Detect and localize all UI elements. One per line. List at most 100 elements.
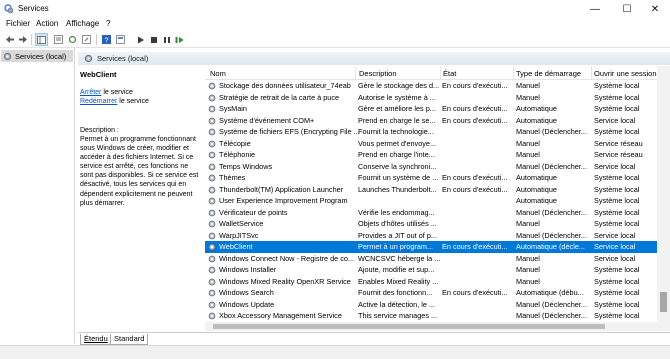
table-row[interactable]: WebClient Permet à un program... En cours …	[205, 241, 661, 253]
forward-icon[interactable]	[16, 33, 29, 46]
table-row[interactable]: Windows Update Active la détection, le ..…	[205, 299, 661, 311]
menu-help[interactable]: ?	[106, 19, 110, 28]
tab-extended[interactable]: Étendu	[80, 334, 112, 345]
cell-startup-type: Manuel (Déclencher...	[516, 207, 587, 217]
cell-startup-type: Manuel (Déclencher...	[516, 311, 587, 320]
list-icon[interactable]	[52, 33, 65, 46]
column-divider[interactable]	[440, 66, 441, 80]
service-gear-icon	[208, 105, 216, 113]
cell-state: En cours d'exécuti...	[442, 288, 508, 297]
cell-startup-type: Automatique	[516, 196, 557, 205]
table-row[interactable]: WarpJITSvc Provides a JIT out of p... Manu…	[205, 230, 661, 242]
cell-description: Provides a JIT out of p...	[358, 230, 437, 240]
table-row[interactable]: Xbox Accessory Management Service This se…	[205, 310, 661, 322]
cell-name: WebClient	[219, 242, 253, 251]
service-gear-icon	[208, 140, 216, 147]
title-bar: Services — ☐ ✕	[0, 0, 670, 18]
cell-logon: Système local	[594, 92, 640, 102]
cell-logon: Service réseau	[594, 138, 643, 148]
start-service-icon[interactable]	[134, 33, 147, 46]
column-header-logon[interactable]: Ouvrir une session e	[594, 69, 663, 78]
table-row[interactable]: User Experience Improvement Program Autom…	[205, 195, 661, 207]
cell-logon: Système local	[594, 219, 640, 228]
table-row[interactable]: SysMain Gère et améliore les p... En cours…	[205, 103, 661, 115]
cell-state: En cours d'exécuti...	[442, 242, 508, 251]
minimize-button[interactable]: —	[580, 0, 610, 18]
back-icon[interactable]	[3, 33, 16, 46]
vertical-scroll-thumb[interactable]	[660, 292, 667, 312]
column-header-state[interactable]: État	[443, 69, 456, 78]
column-header-name[interactable]: Nom	[210, 69, 226, 78]
table-row[interactable]: Système d'événement COM+ Prend en charge …	[205, 115, 661, 127]
refresh-icon[interactable]	[66, 33, 79, 46]
service-gear-icon	[208, 94, 216, 101]
pause-service-icon[interactable]	[160, 33, 173, 46]
column-header-description[interactable]: Description	[359, 69, 397, 78]
table-row[interactable]: Système de fichiers EFS (Encrypting File…	[205, 126, 661, 138]
cell-logon: Système local	[594, 288, 640, 297]
table-row[interactable]: Thunderbolt(TM) Application Launcher Laun…	[205, 184, 661, 196]
help-icon[interactable]: ?	[100, 33, 113, 46]
table-row[interactable]: Thèmes Fournit un système de ... En cours …	[205, 172, 661, 184]
cell-logon: Service réseau	[594, 150, 643, 159]
restart-service-icon[interactable]	[173, 33, 186, 46]
cell-description: Vous permet d'envoye...	[358, 138, 437, 148]
pane-header-background	[78, 52, 670, 65]
cell-state: En cours d'exécuti...	[442, 81, 508, 90]
column-divider[interactable]	[591, 66, 592, 80]
cell-description: Fournit la technologie...	[358, 127, 434, 136]
cell-name: Système de fichiers EFS (Encrypting File…	[219, 127, 359, 136]
cell-logon: Système local	[594, 311, 640, 320]
maximize-button[interactable]: ☐	[612, 0, 642, 18]
show-tree-icon[interactable]	[35, 33, 48, 46]
menu-affichage[interactable]: Affichage	[66, 19, 99, 28]
table-row[interactable]: Windows Connect Now - Registre de co... W…	[205, 253, 661, 265]
table-row[interactable]: Windows Search Fournit des fonctionn... En…	[205, 287, 661, 299]
service-gear-icon	[208, 232, 216, 239]
stop-service-icon[interactable]	[147, 33, 160, 46]
cell-name: Windows Mixed Reality OpenXR Service	[219, 276, 351, 286]
cell-description: Gère le stockage des d...	[358, 81, 440, 90]
service-gear-icon	[208, 197, 216, 205]
cell-logon: Service local	[594, 253, 636, 263]
column-header-startup-type[interactable]: Type de démarrage	[516, 69, 581, 78]
table-row[interactable]: Vérificateur de points Vérifie les endomm…	[205, 207, 661, 219]
menu-action[interactable]: Action	[36, 19, 58, 28]
stop-action: Arrêter le service	[80, 89, 133, 96]
export-icon[interactable]	[80, 33, 93, 46]
tree-item-services-local[interactable]: Services (local)	[1, 50, 73, 62]
cell-name: Windows Installer	[219, 265, 277, 274]
tree-item-label: Services (local)	[15, 51, 67, 61]
cell-name: WarpJITSvc	[219, 230, 259, 240]
table-row[interactable]: Télécopie Vous permet d'envoye... Manuel Se…	[205, 138, 661, 150]
table-row[interactable]: Windows Mixed Reality OpenXR Service Enab…	[205, 276, 661, 288]
table-row[interactable]: Téléphonie Prend en charge l'inte... Manue…	[205, 149, 661, 161]
horizontal-scroll-thumb[interactable]	[213, 324, 605, 329]
cell-startup-type: Manuel	[516, 92, 540, 102]
cell-name: Windows Connect Now - Registre de co...	[219, 253, 355, 263]
column-divider[interactable]	[513, 66, 514, 80]
service-description-pane: WebClient Arrêter le service Redémarrer …	[78, 66, 205, 332]
cell-description: Gère et améliore les p...	[358, 104, 436, 113]
properties-icon[interactable]	[114, 33, 127, 46]
cell-startup-type: Manuel (Déclencher...	[516, 230, 587, 240]
table-row[interactable]: Temps Windows Conserve la synchroni... Man…	[205, 161, 661, 173]
cell-logon: Système local	[594, 104, 640, 113]
table-row[interactable]: Stratégie de retrait de la carte à puce A…	[205, 92, 661, 104]
menu-fichier[interactable]: Fichier	[6, 19, 30, 28]
restart-action-suffix: le service	[117, 98, 149, 105]
close-button[interactable]: ✕	[640, 0, 670, 18]
service-gear-icon	[208, 289, 216, 297]
table-row[interactable]: Windows Installer Ajoute, modifie et sup.…	[205, 264, 661, 276]
column-divider[interactable]	[355, 66, 356, 80]
stop-action-suffix: le service	[101, 89, 133, 96]
table-row[interactable]: Stockage des données utilisateur_74eab Gè…	[205, 80, 661, 92]
service-gear-icon	[208, 82, 216, 90]
table-row[interactable]: WalletService Objets d'hôtes utilisés ...…	[205, 218, 661, 230]
stop-service-link[interactable]: Arrêter	[80, 89, 101, 96]
restart-service-link[interactable]: Redémarrer	[80, 98, 117, 105]
tab-standard[interactable]: Standard	[110, 334, 149, 345]
cell-name: Stockage des données utilisateur_74eab	[219, 81, 351, 90]
horizontal-scrollbar[interactable]	[205, 322, 670, 331]
vertical-scrollbar[interactable]	[657, 66, 670, 322]
